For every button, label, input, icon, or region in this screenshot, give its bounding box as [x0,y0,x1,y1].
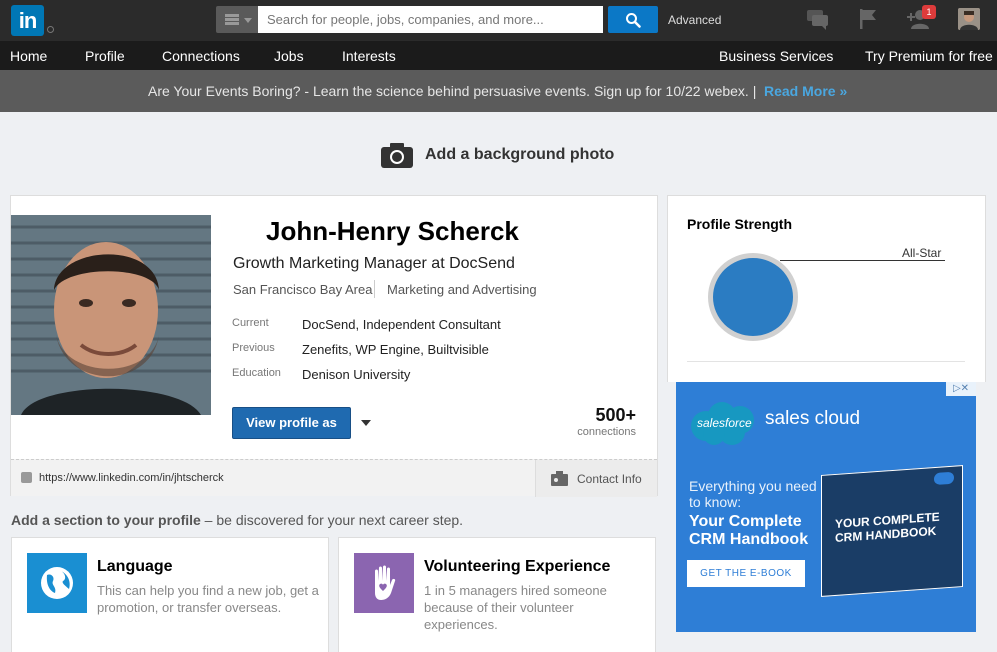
strength-level-line [780,260,945,261]
add-section-title: Add a section to your profile [11,512,201,528]
read-more-link[interactable]: Read More » [764,83,847,99]
avatar[interactable] [958,8,980,30]
ad-headline: Your Complete CRM Handbook [689,513,809,548]
announcement-bar: Are Your Events Boring? - Learn the scie… [0,70,997,112]
salesforce-brand-text: salesforce [697,416,752,430]
registered-mark-icon [47,26,54,33]
profile-photo-image [11,215,211,415]
flag-icon[interactable] [858,8,878,30]
get-ebook-button[interactable]: GET THE E-BOOK [687,560,805,587]
top-bar: in Advanced 1 [0,0,997,41]
profile-photo[interactable] [11,215,211,415]
ebook-cover: YOUR COMPLETE CRM HANDBOOK [821,465,963,597]
add-section-prompt: Add a section to your profile – be disco… [11,512,463,528]
volunteering-card-title: Volunteering Experience [424,558,611,575]
add-background-photo-label: Add a background photo [425,146,615,163]
connections-label: connections [577,426,636,438]
ebook-cover-title: YOUR COMPLETE CRM HANDBOOK [835,509,940,545]
nav-home[interactable]: Home [10,48,47,64]
add-language-card[interactable]: Language This can help you find a new jo… [11,537,329,652]
heart-hand-icon [354,553,414,613]
divider [687,361,965,362]
salesforce-ad[interactable]: ▷✕ salesforce sales cloud Everything you… [676,382,976,632]
ad-eyebrow: Everything you need to know: [689,478,817,510]
nav-try-premium[interactable]: Try Premium for free [865,48,993,64]
main-nav: Home Profile Connections Jobs Interests … [0,41,997,70]
contact-info-label: Contact Info [577,472,642,486]
chevron-down-icon[interactable] [361,420,371,426]
search-icon [626,13,641,28]
previous-value[interactable]: Zenefits, WP Engine, Builtvisible [302,342,489,357]
current-label: Current [232,317,269,329]
profile-industry[interactable]: Marketing and Advertising [387,282,537,297]
nav-business-services[interactable]: Business Services [719,48,833,64]
contact-card-icon [551,471,568,486]
language-card-title: Language [97,558,173,575]
search-button[interactable] [608,6,658,33]
profile-strength-title: Profile Strength [687,216,793,232]
language-card-description: This can help you find a new job, get a … [97,583,319,615]
previous-label: Previous [232,342,275,354]
view-profile-as-button[interactable]: View profile as [232,407,351,439]
search-category-menu[interactable] [216,6,258,33]
advanced-search-link[interactable]: Advanced [668,13,721,27]
list-icon [225,14,239,25]
globe-icon [27,553,87,613]
linkedin-small-icon [21,472,32,483]
salesforce-mini-logo [934,471,954,486]
profile-strength-panel: Profile Strength All-Star [667,195,986,382]
messages-icon[interactable] [806,8,830,30]
connections-count[interactable]: 500+ [595,405,636,426]
user-photo-icon [958,8,980,30]
nav-connections[interactable]: Connections [162,48,240,64]
education-label: Education [232,367,281,379]
strength-level-label: All-Star [902,246,942,260]
linkedin-logo[interactable]: in [11,5,44,36]
ad-product-name: sales cloud [765,408,861,429]
public-profile-url[interactable]: https://www.linkedin.com/in/jhtscherck [39,472,224,484]
nav-profile[interactable]: Profile [85,48,125,64]
profile-headline: Growth Marketing Manager at DocSend [233,255,515,272]
nav-jobs[interactable]: Jobs [274,48,304,64]
nav-interests[interactable]: Interests [342,48,396,64]
camera-icon [381,143,413,168]
volunteering-card-description: 1 in 5 managers hired someone because of… [424,583,607,632]
add-volunteering-card[interactable]: Volunteering Experience 1 in 5 managers … [338,537,656,652]
contact-info-button[interactable]: Contact Info [535,460,657,497]
notification-badge: 1 [922,5,936,19]
divider [374,280,375,298]
chevron-down-icon [244,18,252,23]
ad-choices-icon[interactable]: ▷✕ [946,382,976,396]
profile-location[interactable]: San Francisco Bay Area [233,282,372,297]
announcement-text: Are Your Events Boring? - Learn the scie… [148,83,757,99]
profile-card: John-Henry Scherck Growth Marketing Mana… [10,195,658,497]
profile-name: John-Henry Scherck [266,216,519,246]
add-section-subtitle: – be discovered for your next career ste… [200,512,464,528]
current-value[interactable]: DocSend, Independent Consultant [302,317,501,332]
strength-meter[interactable] [708,253,798,341]
profile-footer: https://www.linkedin.com/in/jhtscherck C… [11,459,657,497]
education-value[interactable]: Denison University [302,367,410,382]
search-input[interactable] [258,6,603,33]
